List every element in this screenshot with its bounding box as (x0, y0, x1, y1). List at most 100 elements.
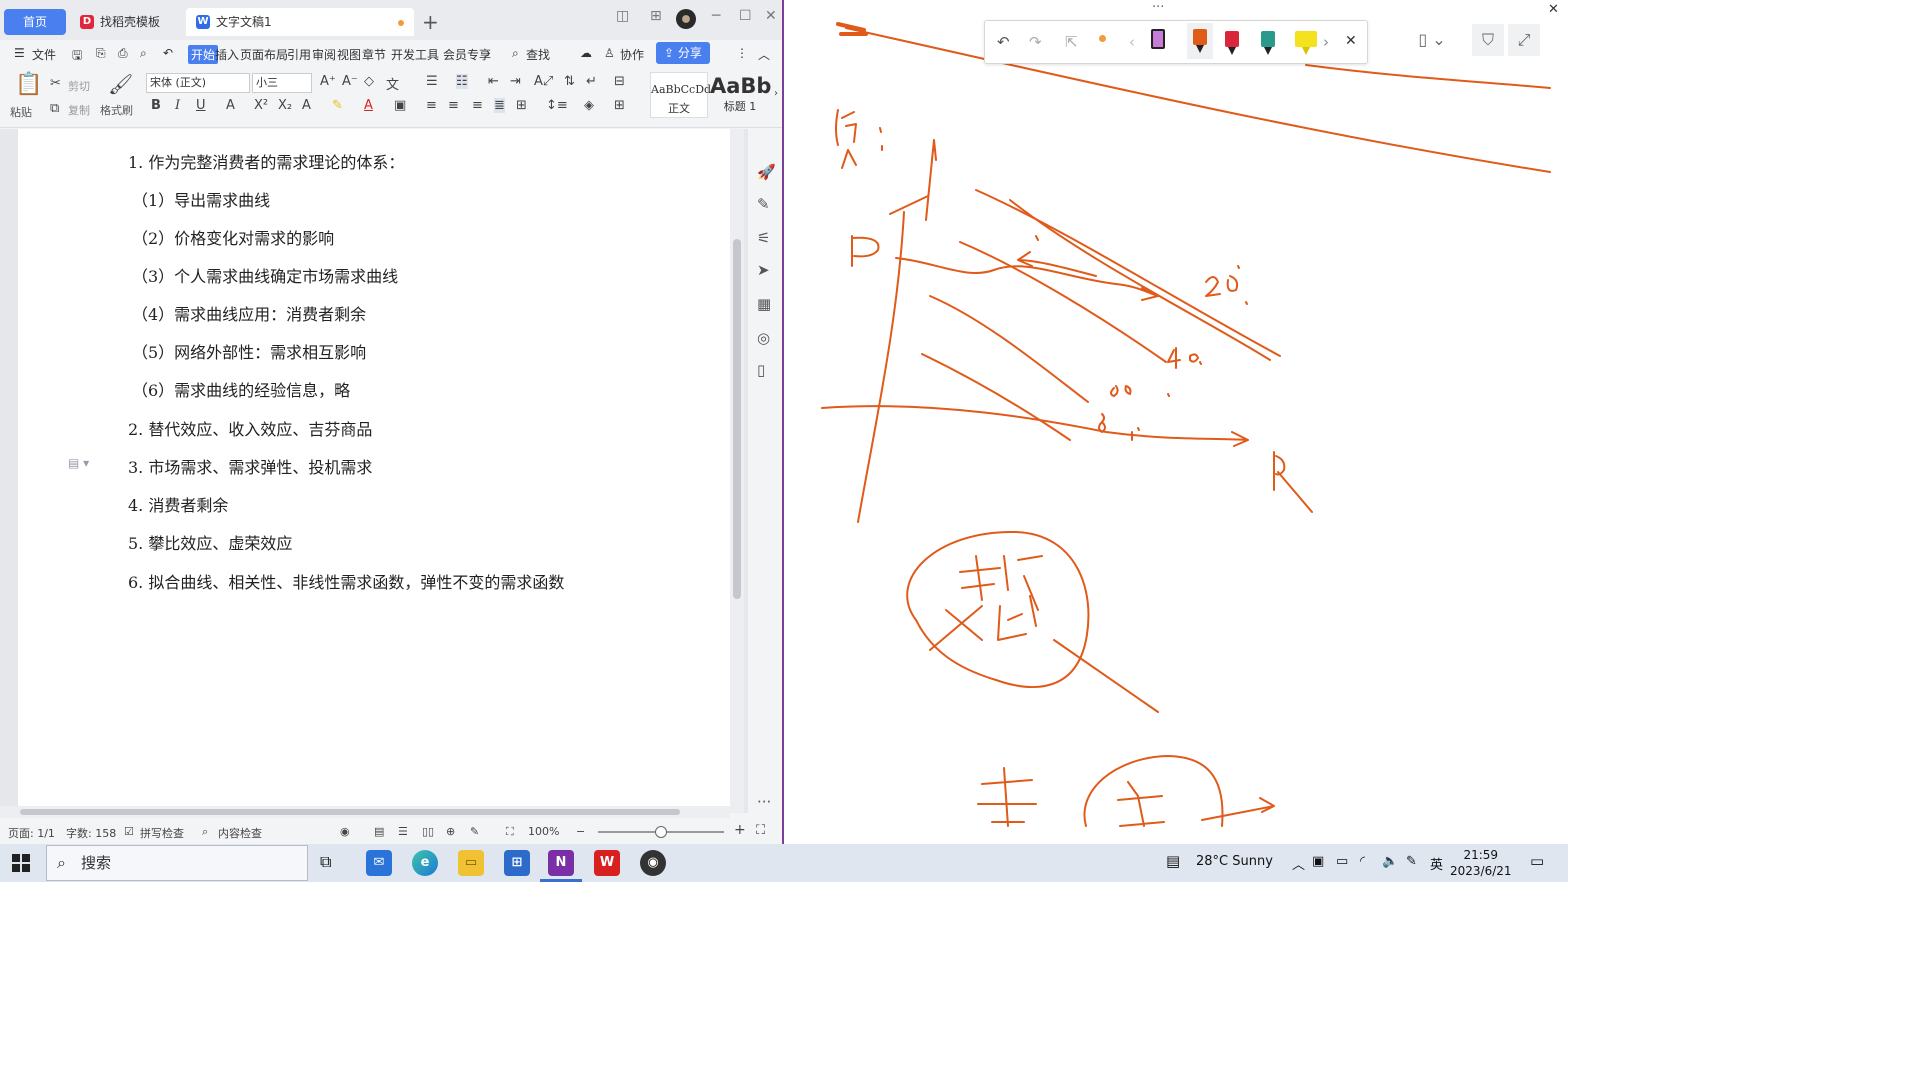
sort-icon[interactable]: ⇅ (564, 74, 575, 89)
tray-app-icon[interactable]: ▣ (1312, 854, 1324, 869)
ime-indicator[interactable]: 英 (1430, 854, 1443, 873)
zoom-knob[interactable] (655, 826, 667, 838)
shrink-font-icon[interactable]: A⁻ (342, 74, 358, 89)
subscript-icon[interactable]: X₂ (278, 98, 292, 113)
tab-template[interactable]: D 找稻壳模板 (70, 8, 184, 36)
line-spacing-icon[interactable]: ↕≡ (546, 98, 568, 113)
pink-marker-icon[interactable] (1151, 25, 1165, 57)
zoom-slider[interactable] (598, 826, 724, 838)
collab-label[interactable]: 协作 (620, 46, 644, 63)
file-explorer-icon[interactable]: ▭ (458, 850, 484, 876)
zoom-in-icon[interactable]: + (734, 822, 746, 838)
paste-button[interactable]: 粘贴 (10, 104, 32, 120)
search-icon[interactable]: ⌕ (512, 46, 519, 61)
show-marks-icon[interactable]: ↵ (586, 74, 597, 89)
numbered-list-icon[interactable]: ☷ (456, 74, 468, 89)
notification-icon[interactable]: ▭ (1530, 852, 1544, 870)
bullet-list-icon[interactable]: ☰ (426, 74, 438, 89)
chevron-right-icon[interactable]: › (486, 46, 491, 60)
menu-member[interactable]: 会员专享 (443, 46, 491, 63)
fit-page-icon[interactable]: ⛶ (506, 825, 514, 839)
page-layout-icon[interactable]: ▯ ⌄ (1406, 24, 1458, 56)
highlight-icon[interactable]: ✎ (332, 98, 343, 113)
undo-icon[interactable]: ↶ (163, 46, 173, 60)
copy-button[interactable]: 复制 (68, 102, 90, 118)
font-color-icon[interactable]: A (364, 98, 373, 113)
align-center-icon[interactable]: ≡ (448, 98, 459, 113)
chevron-left-icon[interactable]: ‹ (1129, 33, 1135, 51)
format-painter-button[interactable]: 格式刷 (100, 102, 133, 118)
clear-format-icon[interactable]: ◇ (364, 74, 374, 89)
preview-icon[interactable]: ⌕ (140, 46, 147, 61)
rocket-icon[interactable]: 🚀 (757, 163, 776, 181)
menu-references[interactable]: 引用 (287, 46, 311, 63)
style-heading1[interactable]: AaBb 标题 1 (710, 72, 771, 118)
fullscreen-icon[interactable]: ⛶ (756, 823, 765, 838)
char-border-icon[interactable]: ▣ (394, 98, 406, 113)
tab-ruler-icon[interactable]: ⊟ (614, 74, 625, 89)
paste-icon[interactable]: 📋 (15, 72, 42, 97)
bold-icon[interactable]: B (151, 98, 161, 113)
expand-icon[interactable]: ⤢ (1508, 24, 1540, 56)
zoom-out-icon[interactable]: − (576, 825, 585, 838)
pen-icon[interactable]: ✎ (757, 195, 770, 213)
format-painter-icon[interactable]: 🖌 (108, 72, 133, 96)
text-effect-icon[interactable]: A (302, 98, 311, 113)
hamburger-icon[interactable]: ☰ (14, 46, 25, 60)
weather-icon[interactable]: ▤ (1166, 852, 1180, 870)
menu-chapter[interactable]: 章节 (362, 46, 386, 63)
onenote-icon[interactable]: N (548, 850, 574, 876)
outline-view-icon[interactable]: ☰ (398, 825, 408, 838)
redo-icon[interactable]: ↷ (1029, 33, 1042, 51)
task-view-icon[interactable]: ⧉ (320, 852, 331, 872)
battery-icon[interactable]: ▭ (1336, 854, 1348, 869)
tab-home[interactable]: 首页 (4, 9, 66, 35)
underline-icon[interactable]: U (196, 98, 206, 113)
spellcheck-icon[interactable]: ☑ (124, 825, 134, 838)
undo-icon[interactable]: ↶ (997, 33, 1010, 51)
grid-icon[interactable]: ⊞ (650, 8, 662, 24)
menu-devtools[interactable]: 开发工具 (391, 46, 439, 63)
tray-chevron-up-icon[interactable]: ︿ (1292, 854, 1305, 873)
new-tab-icon[interactable]: + (422, 10, 439, 34)
book-icon[interactable]: ▯ (757, 361, 765, 379)
search-label[interactable]: 查找 (526, 46, 550, 63)
windows-start-icon[interactable] (12, 854, 30, 872)
mail-icon[interactable]: ✉ (366, 850, 392, 876)
grow-font-icon[interactable]: A⁺ (320, 74, 336, 89)
weather-text[interactable]: 28°C Sunny (1196, 854, 1273, 869)
word-count[interactable]: 字数: 158 (66, 825, 116, 841)
menu-layout[interactable]: 页面布局 (240, 46, 288, 63)
collapse-ribbon-icon[interactable]: ︿ (758, 46, 770, 63)
page-view-icon[interactable]: ▤ (374, 825, 384, 838)
borders-icon[interactable]: ⊞ (614, 98, 625, 113)
increase-indent-icon[interactable]: ⇥ (510, 74, 521, 89)
chevron-right-icon[interactable]: › (774, 88, 778, 99)
more-icon[interactable]: ⋮ (736, 46, 748, 60)
cloud-icon[interactable]: ☁ (580, 46, 592, 60)
wifi-icon[interactable]: ◜ (1360, 854, 1365, 869)
store-icon[interactable]: ⊞ (504, 850, 530, 876)
horizontal-scrollbar[interactable] (0, 806, 730, 818)
recorder-icon[interactable]: ◉ (640, 850, 666, 876)
cut-button[interactable]: 剪切 (68, 78, 90, 94)
chevron-right-icon[interactable]: › (1323, 33, 1329, 51)
phonetic-icon[interactable]: 文 (386, 74, 399, 93)
paragraph-menu-icon[interactable]: ▤ ▾ (68, 456, 89, 470)
decrease-indent-icon[interactable]: ⇤ (488, 74, 499, 89)
location-icon[interactable]: ◎ (757, 329, 770, 347)
style-normal[interactable]: AaBbCcDd 正文 (650, 72, 711, 118)
eye-icon[interactable]: ◉ (340, 825, 350, 838)
stroke-size-dot-icon[interactable] (1099, 35, 1106, 42)
layout-icon[interactable]: ◫ (616, 8, 629, 24)
pin-icon[interactable]: ⛉ (1472, 24, 1504, 56)
tab-document[interactable]: W 文字文稿1 (186, 8, 414, 36)
shading-icon[interactable]: ◈ (584, 98, 594, 113)
menu-insert[interactable]: 插入 (215, 46, 239, 63)
close-toolbar-icon[interactable]: ✕ (1345, 33, 1357, 49)
scroll-thumb[interactable] (733, 239, 741, 599)
export-icon[interactable]: ⎘ (96, 46, 106, 61)
red-pen-icon[interactable] (1225, 25, 1239, 57)
print-icon[interactable]: ⎙ (118, 46, 128, 61)
menu-view[interactable]: 视图 (337, 46, 361, 63)
